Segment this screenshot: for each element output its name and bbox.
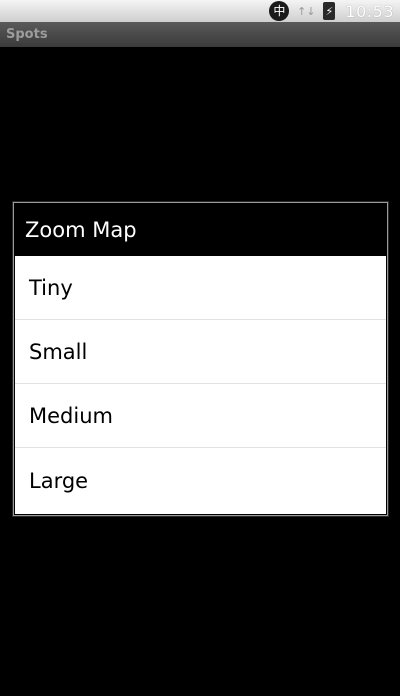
battery-charging-icon: ⚡ bbox=[323, 2, 336, 20]
dialog-header: Zoom Map bbox=[14, 203, 387, 256]
zoom-option-tiny[interactable]: Tiny bbox=[15, 256, 386, 320]
screen: 中 ↑↓ ⚡ 10:53 Spots Zoom Map Tiny Small M… bbox=[0, 0, 400, 696]
dialog-title: Zoom Map bbox=[25, 217, 137, 242]
zoom-option-medium[interactable]: Medium bbox=[15, 384, 386, 448]
zoom-option-small[interactable]: Small bbox=[15, 320, 386, 384]
zoom-option-large[interactable]: Large bbox=[15, 448, 386, 514]
zoom-options-list: Tiny Small Medium Large bbox=[15, 256, 386, 514]
ime-icon: 中 bbox=[269, 1, 290, 21]
data-signal-icon: ↑↓ bbox=[297, 4, 316, 18]
status-bar: 中 ↑↓ ⚡ 10:53 bbox=[0, 0, 400, 22]
app-title-bar: Spots bbox=[0, 22, 400, 47]
app-title: Spots bbox=[6, 27, 48, 42]
status-clock: 10:53 bbox=[345, 1, 394, 21]
zoom-map-dialog: Zoom Map Tiny Small Medium Large bbox=[13, 202, 388, 516]
